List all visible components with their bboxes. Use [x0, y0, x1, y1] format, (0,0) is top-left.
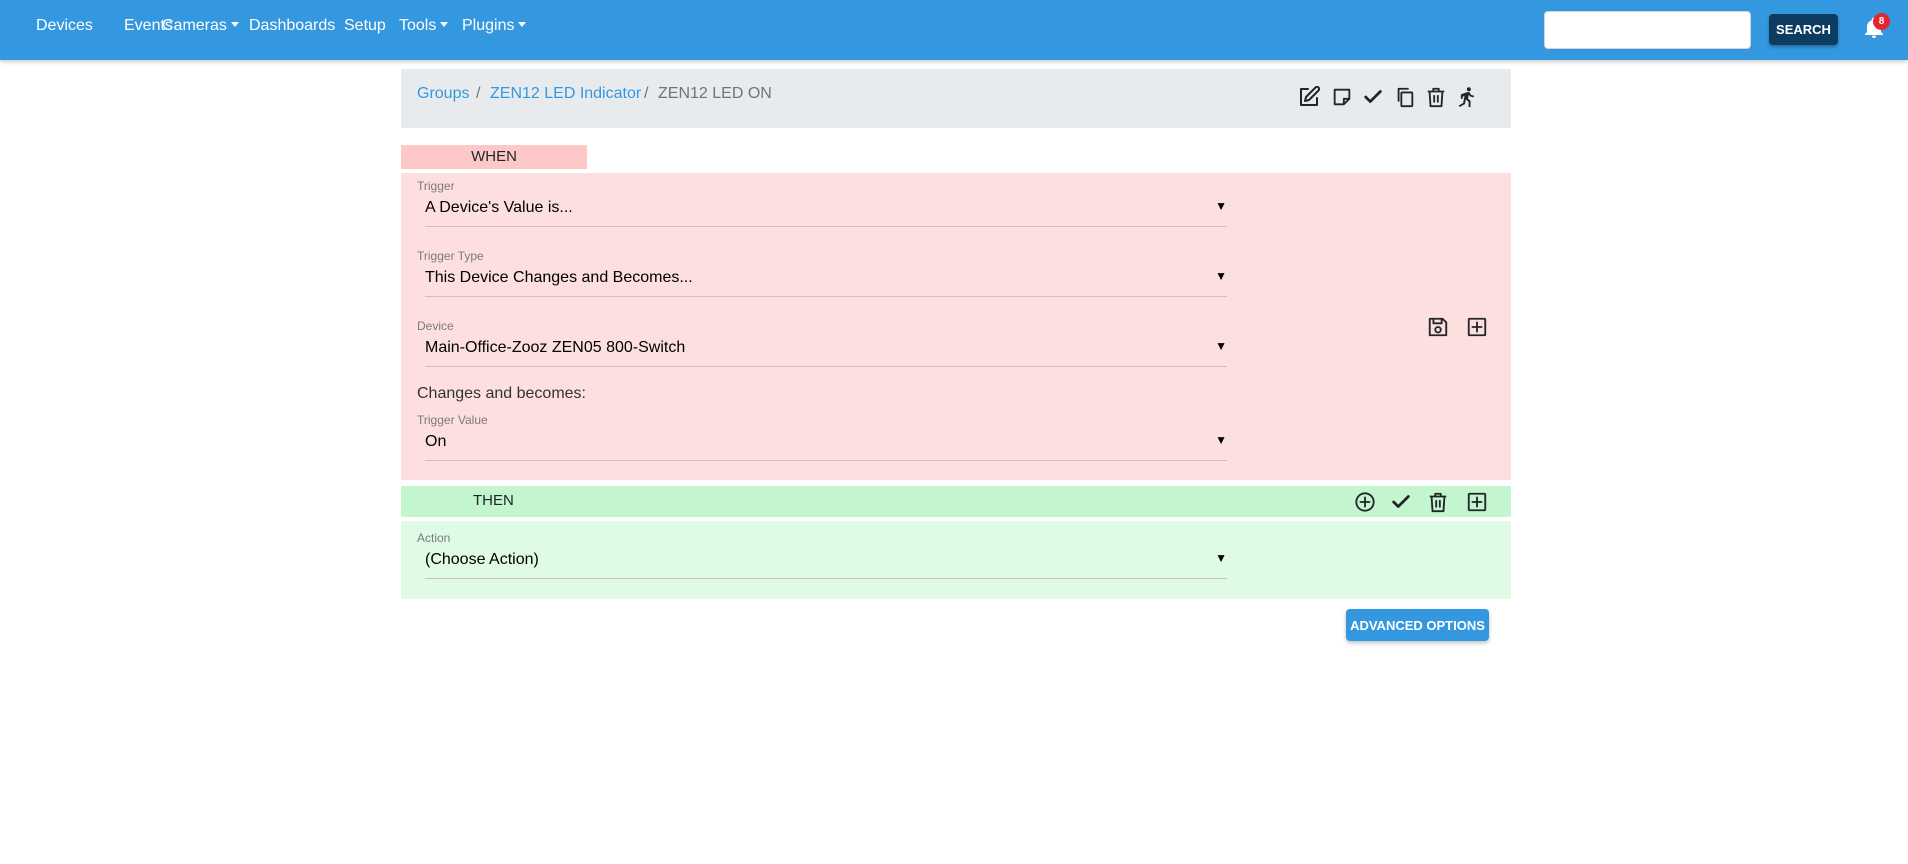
breadcrumb-groups[interactable]: Groups: [417, 84, 469, 104]
when-label: WHEN: [401, 145, 587, 169]
trigger-label: Trigger: [417, 179, 455, 193]
notification-badge: 8: [1873, 13, 1890, 30]
trigger-type-label: Trigger Type: [417, 249, 484, 263]
dropdown-arrow-icon: ▼: [1215, 339, 1227, 353]
trash-icon[interactable]: [1422, 83, 1450, 111]
trigger-type-select-value: This Device Changes and Becomes...: [425, 269, 693, 286]
action-select-value: (Choose Action): [425, 551, 539, 568]
check-icon[interactable]: [1359, 83, 1387, 111]
search-button[interactable]: SEARCH: [1769, 14, 1838, 45]
trigger-value-label: Trigger Value: [417, 413, 488, 427]
nav-setup[interactable]: Setup: [344, 16, 386, 36]
breadcrumb-separator: /: [476, 85, 481, 102]
search-input[interactable]: [1544, 11, 1751, 49]
action-select[interactable]: (Choose Action) ▼: [425, 549, 1227, 579]
nav-cameras[interactable]: Cameras: [162, 16, 239, 36]
breadcrumb-separator: /: [644, 85, 649, 102]
nav-cameras-label: Cameras: [162, 17, 227, 34]
breadcrumb: Groups / ZEN12 LED Indicator / ZEN12 LED…: [401, 69, 1511, 128]
save-icon[interactable]: [1425, 314, 1451, 340]
nav-devices[interactable]: Devices: [36, 16, 93, 36]
nav-tools-label: Tools: [399, 17, 437, 34]
dropdown-arrow-icon: ▼: [1215, 269, 1227, 283]
breadcrumb-current: ZEN12 LED ON: [658, 85, 772, 102]
chevron-down-icon: [230, 22, 239, 27]
copy-icon[interactable]: [1391, 83, 1419, 111]
trigger-value-select[interactable]: On ▼: [425, 431, 1227, 461]
chevron-down-icon: [440, 22, 449, 27]
trigger-value-select-value: On: [425, 433, 447, 450]
trigger-select[interactable]: A Device's Value is... ▼: [425, 197, 1227, 227]
chevron-down-icon: [518, 22, 527, 27]
add-box-icon[interactable]: [1464, 489, 1490, 515]
nav-tools[interactable]: Tools: [399, 16, 449, 36]
trigger-select-value: A Device's Value is...: [425, 199, 573, 216]
dropdown-arrow-icon: ▼: [1215, 433, 1227, 447]
then-bar: THEN: [401, 486, 1511, 517]
trash-icon[interactable]: [1425, 489, 1451, 515]
dropdown-arrow-icon: ▼: [1215, 199, 1227, 213]
run-icon[interactable]: [1453, 83, 1481, 111]
device-select[interactable]: Main-Office-Zooz ZEN05 800-Switch ▼: [425, 337, 1227, 367]
nav-plugins[interactable]: Plugins: [462, 16, 527, 36]
trigger-type-select[interactable]: This Device Changes and Becomes... ▼: [425, 267, 1227, 297]
top-navbar: Devices Events Cameras Dashboards Setup …: [0, 0, 1908, 60]
breadcrumb-zen12-led-indicator[interactable]: ZEN12 LED Indicator: [490, 84, 641, 104]
check-icon[interactable]: [1388, 489, 1414, 515]
changes-and-becomes-text: Changes and becomes:: [417, 385, 586, 402]
edit-icon[interactable]: [1295, 83, 1323, 111]
nav-dashboards[interactable]: Dashboards: [249, 16, 335, 36]
then-panel: Action (Choose Action) ▼: [401, 521, 1511, 599]
device-label: Device: [417, 319, 454, 333]
action-label: Action: [417, 531, 451, 545]
when-panel: Trigger A Device's Value is... ▼ Trigger…: [401, 173, 1511, 480]
note-icon[interactable]: [1328, 83, 1356, 111]
nav-plugins-label: Plugins: [462, 17, 515, 34]
device-select-value: Main-Office-Zooz ZEN05 800-Switch: [425, 339, 686, 356]
dropdown-arrow-icon: ▼: [1215, 551, 1227, 565]
then-label: THEN: [473, 492, 514, 509]
advanced-options-button[interactable]: ADVANCED OPTIONS: [1346, 609, 1489, 641]
add-box-icon[interactable]: [1464, 314, 1490, 340]
add-circle-icon[interactable]: [1352, 489, 1378, 515]
